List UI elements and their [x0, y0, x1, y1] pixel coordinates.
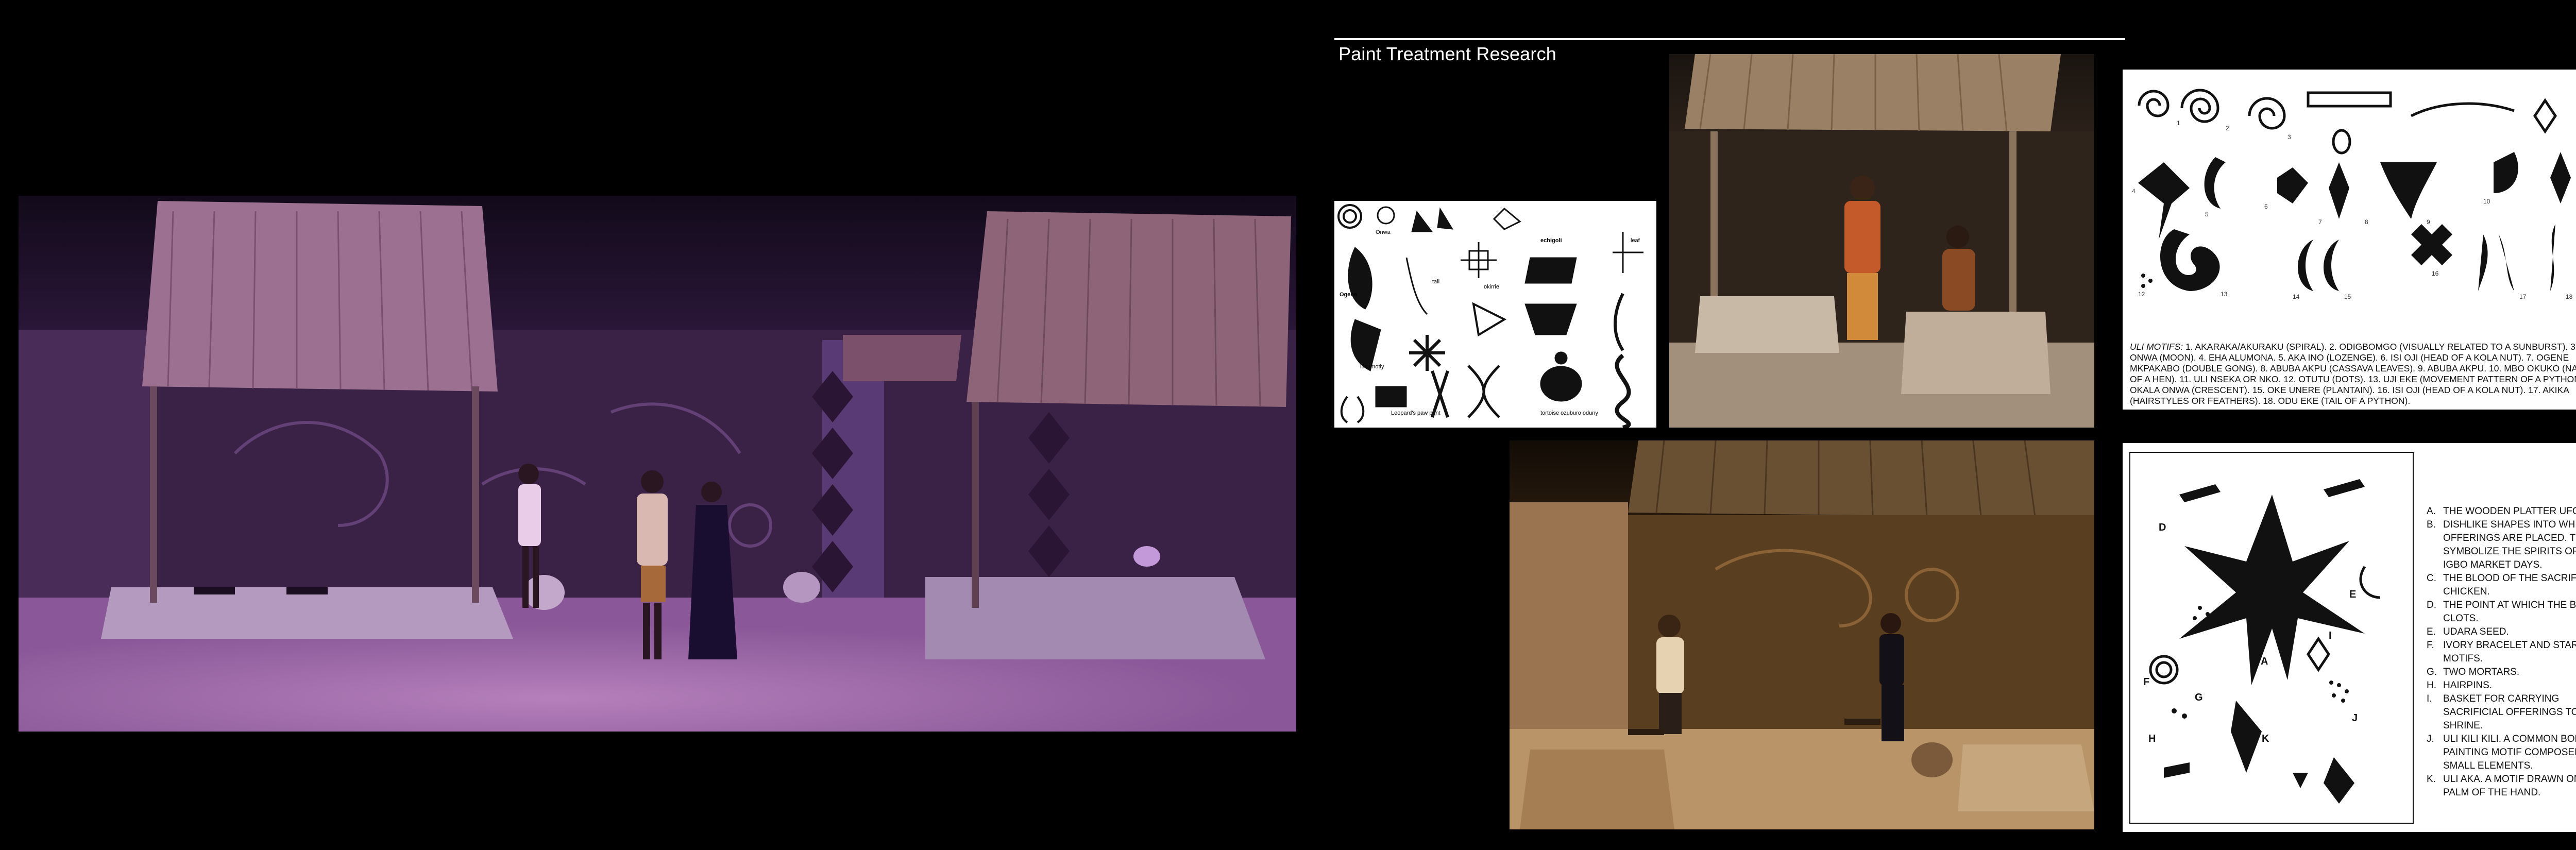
- motif-number: 5: [2205, 211, 2209, 218]
- stage-photo-purple: [19, 196, 1296, 732]
- uli-caption-lead: ULI MOTIFS:: [2130, 342, 2183, 352]
- motif-sheet-small-drawing: Onwa echigoli tail okirrie leaf Ogene lu…: [1337, 204, 1643, 428]
- diagram-letter: A: [2261, 656, 2268, 667]
- motif-number: 16: [2432, 270, 2439, 277]
- diagram-letter: G: [2195, 692, 2203, 703]
- uli-motifs-panel: 1 2 3 4 5 6 7 8 9 10 11 12 13 14 15 16 1…: [2123, 70, 2576, 410]
- motif-label: Leopard's paw print: [1391, 410, 1440, 416]
- legend-item: I. BASKET FOR CARRYING SACRIFICIAL OFFERI…: [2427, 693, 2576, 731]
- legend-item: D.THE POINT AT WHICH THE BLOOD CLOTS.: [2427, 600, 2576, 624]
- diagram-letter: D: [2159, 522, 2166, 533]
- legend-item: H. HAIRPINS.: [2427, 680, 2493, 691]
- legend-item: E. UDARA SEED.: [2427, 626, 2509, 637]
- motif-label: tortoise ozuburo oduny: [1540, 410, 1598, 416]
- stage-photo-hut-bottom: [1510, 440, 2094, 829]
- diagram-letter: H: [2148, 733, 2156, 744]
- legend-item: K.ULI AKA. A MOTIF DRAWN ON THE PALM OF …: [2427, 774, 2576, 798]
- stage-photo-hut-bottom-drawing: [1510, 440, 2094, 829]
- stage-photo-purple-drawing: [19, 201, 1296, 732]
- motif-label: okirrie: [1484, 284, 1499, 290]
- stage-photo-hut-top-drawing: [1669, 54, 2094, 428]
- uli-motifs-caption: ULI MOTIFS: 1. AKARAKA/AKURAKU (SPIRAL).…: [2130, 342, 2576, 406]
- platter-legend: A. THE WOODEN PLATTER UFO. B. DISHLIKE SHA…: [2427, 505, 2576, 800]
- title-divider: [1334, 38, 2125, 40]
- diagram-letter: J: [2352, 712, 2358, 724]
- motif-number: 2: [2226, 125, 2229, 132]
- diagram-letter: B: [2308, 563, 2315, 574]
- motif-number: 15: [2344, 293, 2351, 300]
- motif-number: 14: [2293, 293, 2300, 300]
- diagram-letter: I: [2329, 630, 2332, 641]
- diagram-letter: E: [2349, 589, 2356, 600]
- motif-number: 7: [2318, 218, 2322, 226]
- motif-number: 12: [2138, 291, 2145, 298]
- motif-number: 8: [2365, 218, 2368, 226]
- motif-number: 3: [2287, 133, 2291, 141]
- legend-item: C.THE BLOOD OF THE SACRIFICED CHICKEN.: [2427, 573, 2576, 597]
- motif-number: 4: [2132, 188, 2136, 195]
- motif-label: Onwa: [1376, 229, 1391, 235]
- motif-label: lus. motiy: [1360, 364, 1384, 370]
- motif-number: 10: [2483, 198, 2490, 205]
- uli-motifs-drawing: 1 2 3 4 5 6 7 8 9 10 11 12 13 14 15 16 1…: [2132, 89, 2573, 300]
- stage-photo-hut-top: [1669, 54, 2094, 428]
- motif-number: 18: [2566, 293, 2573, 300]
- platter-diagram: A B C D E F G H I J K: [2129, 452, 2414, 824]
- motif-number: 9: [2427, 218, 2430, 226]
- platter-diagram-panel: A B C D E F G H I J K A. THE WOODEN PLATT…: [2123, 443, 2576, 832]
- diagram-letter: C: [2226, 563, 2233, 574]
- legend-item: G. TWO MORTARS.: [2427, 667, 2520, 677]
- page-title: Paint Treatment Research: [1338, 43, 1557, 64]
- motif-label: Ogene: [1340, 292, 1357, 298]
- legend-item: J.ULI KILI KILI. A COMMON BODY PAINTING …: [2427, 734, 2576, 771]
- legend-item: F. IVORY BRACELET AND STAR MOTIFS.: [2427, 640, 2576, 664]
- legend-item: A. THE WOODEN PLATTER UFO.: [2427, 506, 2576, 517]
- legend-item: B.DISHLIKE SHAPES INTO WHICH OFFERINGS A…: [2427, 519, 2576, 570]
- motif-number: 1: [2177, 120, 2180, 127]
- motif-number: 6: [2264, 203, 2268, 210]
- motif-sheet-small: Onwa echigoli tail okirrie leaf Ogene lu…: [1334, 201, 1656, 428]
- motif-label: leaf: [1631, 237, 1640, 244]
- diagram-letter: K: [2262, 733, 2269, 744]
- motif-number: 17: [2519, 293, 2527, 300]
- motif-label: tail: [1432, 279, 1439, 285]
- motif-label: echigoli: [1540, 237, 1562, 244]
- diagram-letter: F: [2143, 676, 2149, 688]
- motif-number: 13: [2221, 291, 2228, 298]
- uli-caption-body: 1. AKARAKA/AKURAKU (SPIRAL). 2. ODIGBOMG…: [2130, 342, 2576, 406]
